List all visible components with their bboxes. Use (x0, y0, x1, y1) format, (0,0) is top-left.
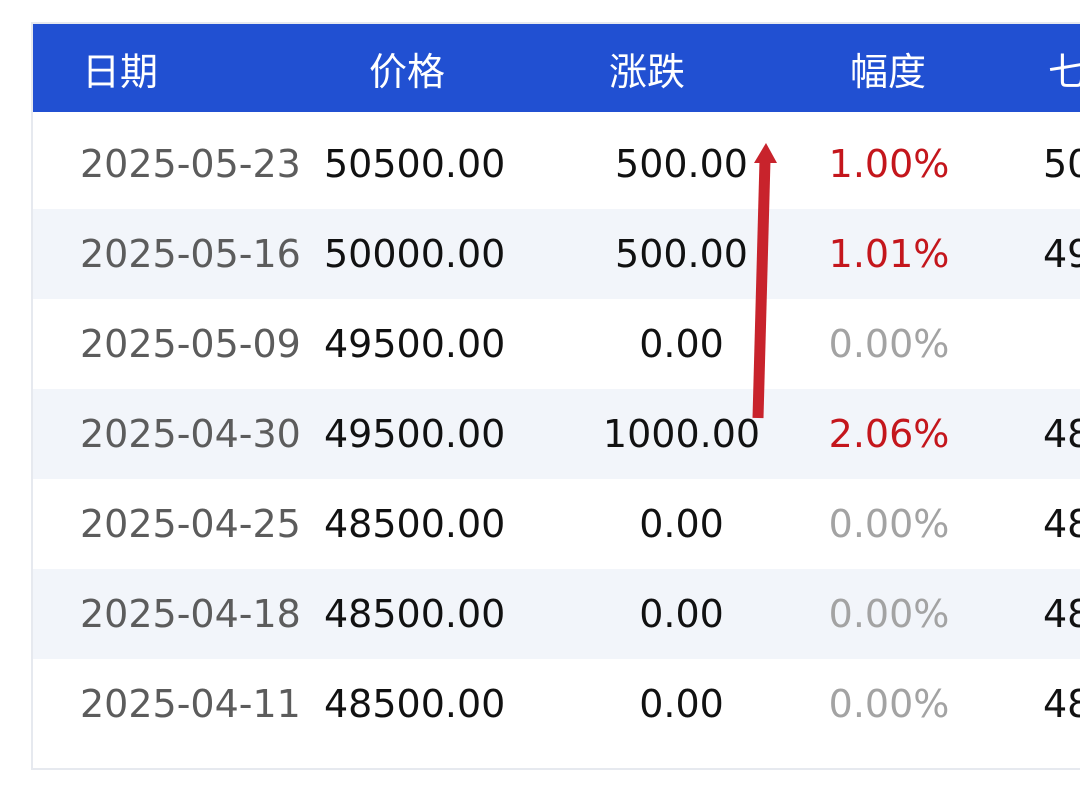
cell-change: 1000.00 (602, 412, 761, 456)
cell-extra: 48 (1043, 502, 1080, 546)
cell-price: 48500.00 (324, 682, 506, 726)
table-row[interactable]: 2025-04-25 48500.00 0.00 0.00% 48 (33, 479, 1080, 569)
cell-percent: 0.00% (828, 592, 950, 636)
cell-extra: 48 (1043, 412, 1080, 456)
header-date[interactable]: 日期 (82, 24, 158, 112)
table-row[interactable]: 2025-04-11 48500.00 0.00 0.00% 48 (33, 659, 1080, 749)
cell-date: 2025-04-11 (80, 682, 301, 726)
cell-date: 2025-04-25 (80, 502, 301, 546)
cell-change: 0.00 (639, 322, 724, 366)
cell-percent: 1.00% (828, 142, 950, 186)
cell-date: 2025-05-23 (80, 142, 301, 186)
cell-percent: 2.06% (828, 412, 950, 456)
header-change[interactable]: 涨跌 (609, 24, 685, 112)
cell-price: 50000.00 (324, 232, 506, 276)
cell-percent: 0.00% (828, 682, 950, 726)
cell-price: 49500.00 (324, 322, 506, 366)
cell-date: 2025-05-09 (80, 322, 301, 366)
cell-percent: 1.01% (828, 232, 950, 276)
table-row[interactable]: 2025-04-30 49500.00 1000.00 2.06% 48 (33, 389, 1080, 479)
cell-change: 500.00 (615, 232, 748, 276)
cell-date: 2025-04-30 (80, 412, 301, 456)
header-percent[interactable]: 幅度 (850, 24, 926, 112)
header-price[interactable]: 价格 (369, 24, 445, 112)
header-extra[interactable]: 七 (1048, 24, 1080, 112)
cell-price: 48500.00 (324, 592, 506, 636)
price-history-table: 日期 价格 涨跌 幅度 七 2025-05-2350500.00500.001.… (31, 22, 1080, 770)
table-row[interactable]: 2025-05-09 49500.00 0.00 0.00% (33, 299, 1080, 389)
table-header: 日期 价格 涨跌 幅度 七 (33, 24, 1080, 112)
cell-percent: 0.00% (828, 322, 950, 366)
cell-date: 2025-05-16 (80, 232, 301, 276)
cell-extra: 48 (1043, 682, 1080, 726)
cell-extra: 49 (1043, 232, 1080, 276)
cell-price: 48500.00 (324, 502, 506, 546)
cell-price: 49500.00 (324, 412, 506, 456)
cell-change: 0.00 (639, 682, 724, 726)
cell-percent: 0.00% (828, 502, 950, 546)
cell-extra: 48 (1043, 592, 1080, 636)
table-row[interactable]: 2025-04-18 48500.00 0.00 0.00% 48 (33, 569, 1080, 659)
cell-extra: 50 (1043, 142, 1080, 186)
cell-change: 500.00 (615, 142, 748, 186)
table-row[interactable]: 2025-05-16 50000.00 500.00 1.01% 49 (33, 209, 1080, 299)
cell-change: 0.00 (639, 592, 724, 636)
cell-change: 0.00 (639, 502, 724, 546)
cell-price: 50500.00 (324, 142, 506, 186)
cell-date: 2025-04-18 (80, 592, 301, 636)
table-row[interactable]: 2025-05-23 50500.00 500.00 1.00% 50 (33, 119, 1080, 209)
